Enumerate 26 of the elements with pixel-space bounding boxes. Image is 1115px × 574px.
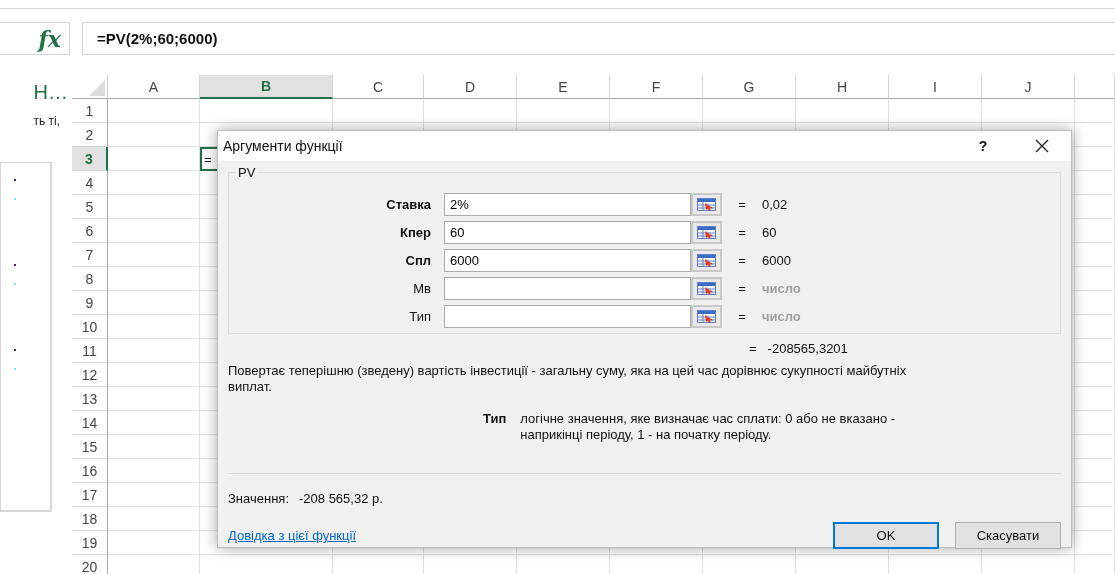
value-label: Значення: [228,491,289,506]
dialog-title: Аргументи функції [223,138,344,154]
argument-result: число [762,309,802,324]
argument-label: Спл [404,253,432,268]
equals-sign: = [749,341,757,356]
function-description: Повертає теперішню (зведену) вартість інвестиції - загальну суму, яка на цей час дорівнює сукупності майбутніх виплат. [228,363,908,395]
argument-result: 6000 [762,253,792,268]
argument-name: Тип [483,411,507,428]
equals-sign: = [737,197,747,212]
argument-label: Ставка [385,197,432,212]
argument-label: Кпер [399,225,432,240]
function-name: PV [236,165,258,180]
equals-sign: = [737,225,747,240]
panel-heading: Н… [32,81,69,104]
panel-text: ть ті, [32,114,61,128]
argument-description: логічне значення, яке визначає час сплати: 0 або не вказано - наприкінці періоду, 1 - на початку періоду. [520,411,897,443]
argument-label: Тип [408,309,432,324]
equals-sign: = [737,281,747,296]
argument-label: Мв [412,281,432,296]
equals-sign: = [737,309,747,324]
equals-sign: = [737,253,747,268]
argument-result: число [762,281,802,296]
argument-result: 60 [762,225,778,240]
formula-result: -208565,3201 [767,341,848,356]
value-text: -208 565,32 р. [299,491,383,506]
argument-result: 0,02 [762,197,789,212]
